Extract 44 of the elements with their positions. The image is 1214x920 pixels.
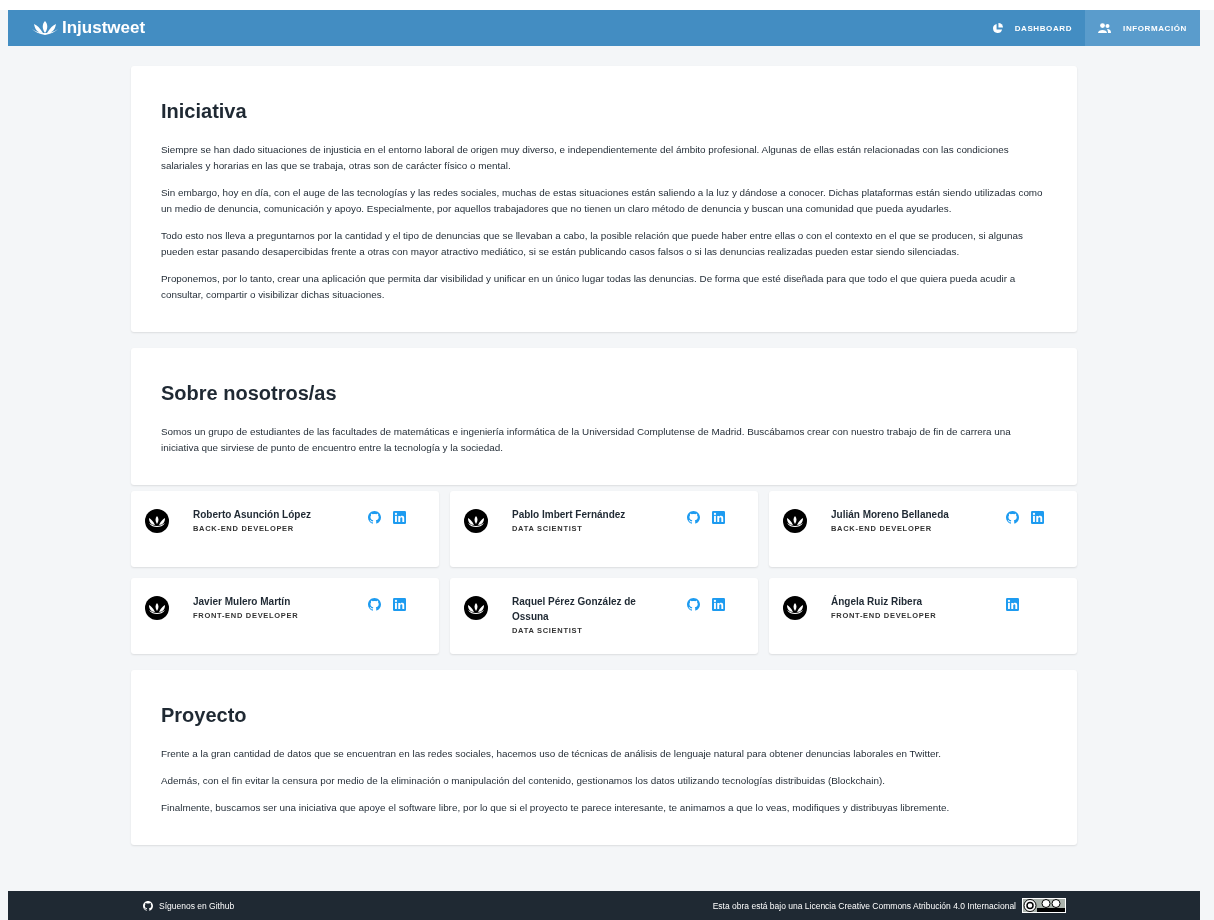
section-heading: Iniciativa [161, 100, 248, 123]
avatar-icon [464, 509, 488, 533]
cc-by-license-badge-icon[interactable] [1022, 898, 1066, 913]
member-name: Raquel Pérez González de Ossuna [512, 595, 637, 624]
linkedin-icon[interactable] [393, 511, 406, 524]
paragraph: Todo esto nos lleva a preguntarnos por la cantidad y el tipo de denuncias que se llevaban a cabo, la posible relación que puede haber entre ellas o con el contexto en el que se producen, si algunas pueden estar pasando desapercibidas frente a otras con mayor atractivo mediático, si se están publicando casos falsos o si las denuncias realizadas pueden estar siendo silenciadas. [161, 229, 1024, 259]
brand-name: Injustweet [62, 18, 146, 38]
paragraph: Somos un grupo de estudiantes de las facultades de matemáticas e ingeniería informática de la Universidad Complutense de Madrid. Buscábamos crear con nuestro trabajo de fin de carrera una iniciativa que sirviese de punto de encuentro entre la tecnología y la sociedad. [161, 425, 1012, 455]
linkedin-icon[interactable] [1031, 511, 1044, 524]
linkedin-icon[interactable] [393, 598, 406, 611]
paragraph: Proponemos, por lo tanto, crear una aplicación que permita dar visibilidad y unificar en un único lugar todas las denuncias. De forma que esté diseñada para que todo el que quiera pueda acudir a consultar, compartir o visibilizar dichas situaciones. [161, 272, 1017, 302]
member-name: Javier Mulero Martín [193, 595, 292, 609]
member-name: Pablo Imbert Fernández [512, 508, 627, 522]
paragraph: Siempre se han dado situaciones de injusticia en el entorno laboral de origen muy diverso, e independientemente del ámbito profesional. Algunas de ellas están relacionadas con las condiciones salariales y horarias en las que se trabaja, otras son de carácter físico o mental. [161, 143, 1010, 173]
member-name: Ángela Ruiz Ribera [831, 594, 924, 609]
github-icon[interactable] [368, 598, 381, 611]
paragraph: Frente a la gran cantidad de datos que se encuentran en las redes sociales, hacemos uso de técnicas de análisis de lenguaje natural para obtener denuncias laborales en Twitter. [161, 747, 942, 761]
paragraph: Finalmente, buscamos ser una iniciativa que apoye el software libre, por lo que si el proyecto te parece interesante, te animamos a que lo veas, modifiques y distribuyas libremente. [161, 801, 951, 815]
github-icon [143, 900, 153, 911]
avatar-icon [783, 509, 807, 533]
linkedin-icon[interactable] [712, 511, 725, 524]
github-link[interactable]: Síguenos en Github [143, 900, 235, 911]
github-icon[interactable] [687, 598, 700, 611]
avatar-icon [783, 596, 807, 620]
github-icon[interactable] [1006, 511, 1019, 524]
section-heading: Proyecto [161, 704, 248, 727]
member-name: Julián Moreno Bellaneda [831, 508, 950, 522]
linkedin-icon[interactable] [712, 598, 725, 611]
avatar-icon [464, 596, 488, 620]
section-heading: Sobre nosotros/as [161, 382, 338, 405]
member-name: Roberto Asunción López [193, 508, 312, 522]
nav-link[interactable]: DASHBOARD [978, 10, 1086, 46]
lotus-logo-icon [32, 20, 58, 36]
pie-chart-icon [991, 22, 1003, 34]
people-icon [1098, 23, 1112, 33]
paragraph: Además, con el fin evitar la censura por medio de la eliminación o manipulación del contenido, gestionamos los datos utilizando tecnologías distribuidas (Blockchain). [161, 774, 887, 788]
github-icon[interactable] [368, 511, 381, 524]
avatar-icon [145, 596, 169, 620]
paragraph: Sin embargo, hoy en día, con el auge de las tecnologías y las redes sociales, muchas de estas situaciones están saliendo a la luz y dándose a conocer. Dichas plataformas están siendo utilizadas como un medio de denuncia, comunicación y apoyo. Especialmente, por aquellos trabajadores que no tienen un claro método de denuncia y buscan una comunidad que pueda ayudarles. [161, 186, 1044, 216]
nav-link[interactable]: INFORMACIÓN [1085, 10, 1200, 46]
license-text: Esta obra está bajo una Licencia Creative Commons Atribución 4.0 Internacional [712, 900, 1016, 911]
avatar-icon [145, 509, 169, 533]
linkedin-icon[interactable] [1006, 598, 1019, 611]
github-icon[interactable] [687, 511, 700, 524]
